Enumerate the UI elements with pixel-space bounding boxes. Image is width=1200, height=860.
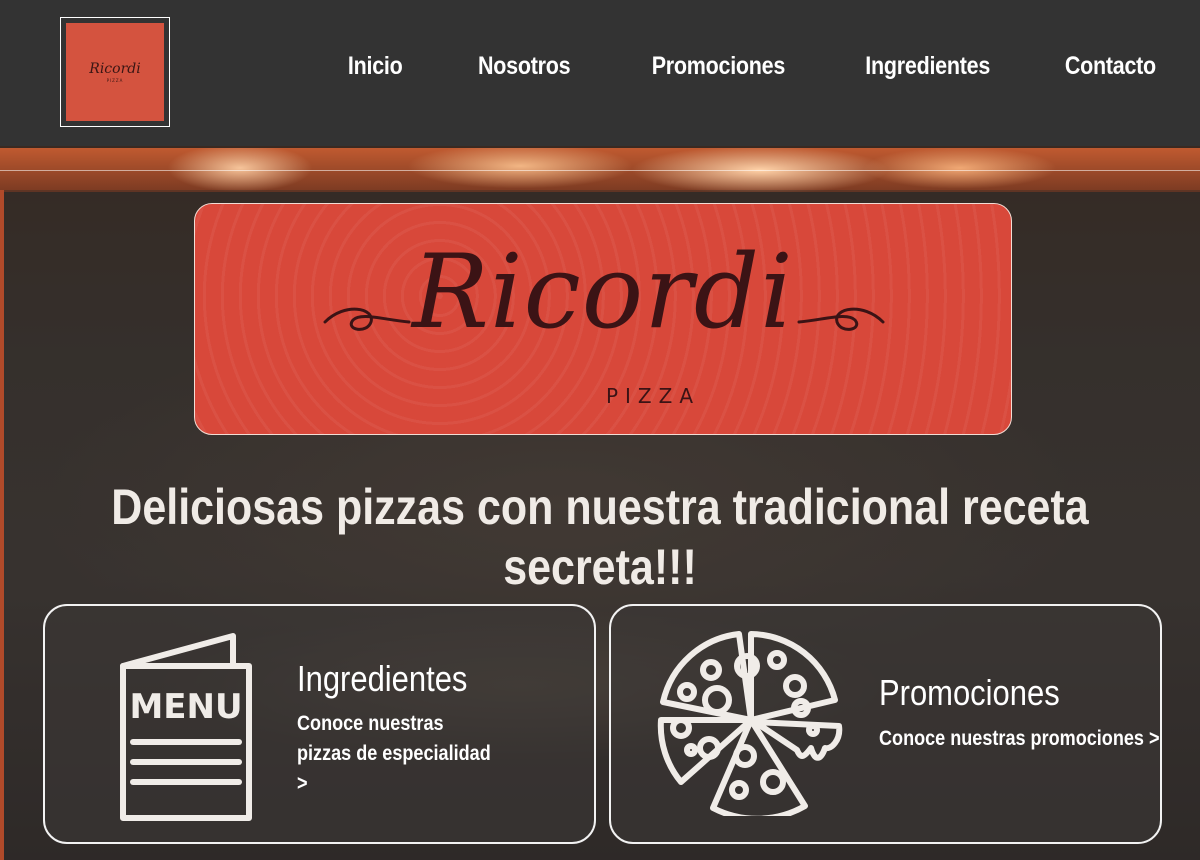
menu-icon-text: MENU — [129, 687, 242, 727]
card-ingredientes-title: Ingredientes — [297, 658, 468, 699]
nav-nosotros[interactable]: Nosotros — [478, 52, 571, 81]
banner-brand-sub: PIZZA — [605, 384, 701, 408]
card-promociones-title: Promociones — [879, 672, 1060, 713]
nav-contacto[interactable]: Contacto — [1065, 52, 1156, 81]
nav-promociones[interactable]: Promociones — [652, 52, 786, 81]
top-navbar: Ricordi PIZZA Inicio Nosotros Promocione… — [0, 0, 1200, 146]
nav-inicio[interactable]: Inicio — [348, 52, 403, 81]
logo-name: Ricordi — [89, 60, 141, 77]
site-logo[interactable]: Ricordi PIZZA — [60, 17, 170, 127]
hero-edge — [0, 190, 4, 860]
card-ingredientes[interactable]: MENU Ingredientes Conoce nuestras pizzas… — [43, 604, 596, 844]
logo-badge: Ricordi PIZZA — [66, 23, 164, 121]
menu-icon: MENU — [120, 633, 252, 821]
hero-headline: Deliciosas pizzas con nuestra tradiciona… — [111, 479, 1089, 595]
card-promociones[interactable]: Promociones Conoce nuestras promociones … — [609, 604, 1162, 844]
logo-sub: PIZZA — [106, 77, 124, 83]
banner-brand-name: Ricordi — [412, 233, 794, 352]
main-nav: Inicio Nosotros Promociones Ingredientes… — [339, 52, 1156, 81]
nav-ingredientes[interactable]: Ingredientes — [865, 52, 990, 81]
card-promociones-link[interactable]: Conoce nuestras promociones > — [879, 724, 1160, 754]
brand-banner: Ricordi PIZZA — [194, 203, 1012, 435]
pizza-icon — [657, 631, 843, 816]
divider — [0, 170, 1200, 171]
card-ingredientes-link[interactable]: Conoce nuestras pizzas de especialidad > — [297, 709, 500, 799]
